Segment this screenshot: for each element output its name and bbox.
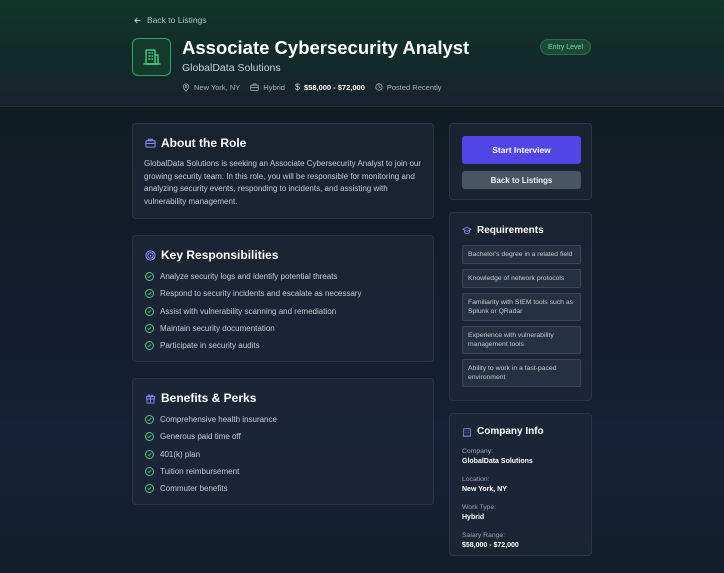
briefcase-icon: [145, 138, 156, 148]
location-value: New York, NY: [462, 486, 507, 493]
requirement-item: Ability to work in a fast-paced environm…: [462, 359, 581, 387]
check-circle-icon: [145, 432, 154, 442]
salary-value: $58,000 - $72,000: [462, 542, 519, 549]
requirement-item: Bachelor's degree in a related field: [462, 245, 581, 264]
back-to-listings-link[interactable]: Back to Listings: [133, 15, 207, 25]
company-logo: [132, 38, 171, 76]
building-icon: [142, 49, 161, 65]
graduation-cap-icon: [462, 226, 472, 234]
about-role-text: GlobalData Solutions is seeking an Assoc…: [144, 159, 422, 206]
responsibilities-card: Key Responsibilities Analyze security lo…: [132, 235, 434, 362]
about-role-heading: About the Role: [145, 136, 246, 150]
check-circle-icon: [145, 289, 154, 299]
building-icon: [462, 427, 472, 437]
list-item: Commuter benefits: [145, 480, 277, 497]
requirement-item: Experience with vulnerability management…: [462, 326, 581, 354]
map-pin-icon: [182, 83, 190, 92]
meta-work-type: Hybrid: [250, 83, 285, 92]
check-circle-icon: [145, 484, 154, 494]
list-item: Respond to security incidents and escala…: [145, 285, 361, 302]
back-to-listings-button[interactable]: Back to Listings: [462, 171, 581, 189]
work-type-label: Work Type:: [462, 504, 497, 511]
about-role-card: About the Role GlobalData Solutions is s…: [132, 123, 434, 219]
responsibilities-heading: Key Responsibilities: [145, 248, 278, 262]
job-title: Associate Cybersecurity Analyst: [182, 37, 470, 58]
list-item: Analyze security logs and identify poten…: [145, 268, 361, 285]
job-header: Back to Listings Associate Cybersecurity…: [0, 0, 724, 107]
actions-card: Start Interview Back to Listings: [449, 123, 592, 200]
check-circle-icon: [145, 415, 154, 425]
job-meta: New York, NY Hybrid $ $58,000 - $72,000 …: [182, 82, 442, 92]
salary-label: Salary Range:: [462, 532, 506, 539]
list-item: Assist with vulnerability scanning and r…: [145, 303, 361, 320]
target-icon: [145, 249, 156, 261]
check-circle-icon: [145, 467, 154, 477]
start-interview-button[interactable]: Start Interview: [462, 136, 581, 164]
check-circle-icon: [145, 306, 154, 316]
location-label: Location:: [462, 476, 490, 483]
check-circle-icon: [145, 341, 154, 351]
list-item: 401(k) plan: [145, 446, 277, 463]
company-label: Company:: [462, 448, 493, 455]
benefits-list: Comprehensive health insurance Generous …: [145, 411, 277, 497]
list-item: Participate in security audits: [145, 337, 361, 354]
dollar-icon: $: [294, 82, 300, 92]
check-circle-icon: [145, 324, 154, 334]
requirements-list: Bachelor's degree in a related field Kno…: [462, 245, 581, 392]
meta-posted: Posted Recently: [375, 83, 442, 92]
company-value: GlobalData Solutions: [462, 458, 533, 465]
company-info-card: Company Info Company: GlobalData Solutio…: [449, 413, 592, 556]
requirements-heading: Requirements: [462, 225, 544, 236]
company-name: GlobalData Solutions: [182, 62, 281, 74]
meta-location: New York, NY: [182, 83, 240, 92]
back-link-label: Back to Listings: [147, 15, 207, 25]
requirement-item: Familiarity with SIEM tools such as Splu…: [462, 293, 581, 321]
briefcase-icon: [250, 83, 259, 91]
arrow-left-icon: [134, 17, 141, 23]
benefits-card: Benefits & Perks Comprehensive health in…: [132, 378, 434, 505]
benefits-heading: Benefits & Perks: [145, 391, 256, 405]
clock-icon: [375, 83, 383, 91]
meta-salary: $ $58,000 - $72,000: [294, 82, 365, 92]
requirements-card: Requirements Bachelor's degree in a rela…: [449, 212, 592, 401]
list-item: Tuition reimbursement: [145, 463, 277, 480]
company-info-heading: Company Info: [462, 426, 544, 437]
list-item: Generous paid time off: [145, 428, 277, 445]
work-type-value: Hybrid: [462, 514, 485, 521]
check-circle-icon: [145, 272, 154, 282]
list-item: Comprehensive health insurance: [145, 411, 277, 428]
company-info-details: Company: GlobalData Solutions Location: …: [462, 448, 533, 560]
responsibilities-list: Analyze security logs and identify poten…: [145, 268, 361, 354]
list-item: Maintain security documentation: [145, 320, 361, 337]
experience-level-badge: Entry Level: [540, 39, 591, 55]
requirement-item: Knowledge of network protocols: [462, 269, 581, 288]
check-circle-icon: [145, 449, 154, 459]
gift-icon: [145, 394, 156, 404]
